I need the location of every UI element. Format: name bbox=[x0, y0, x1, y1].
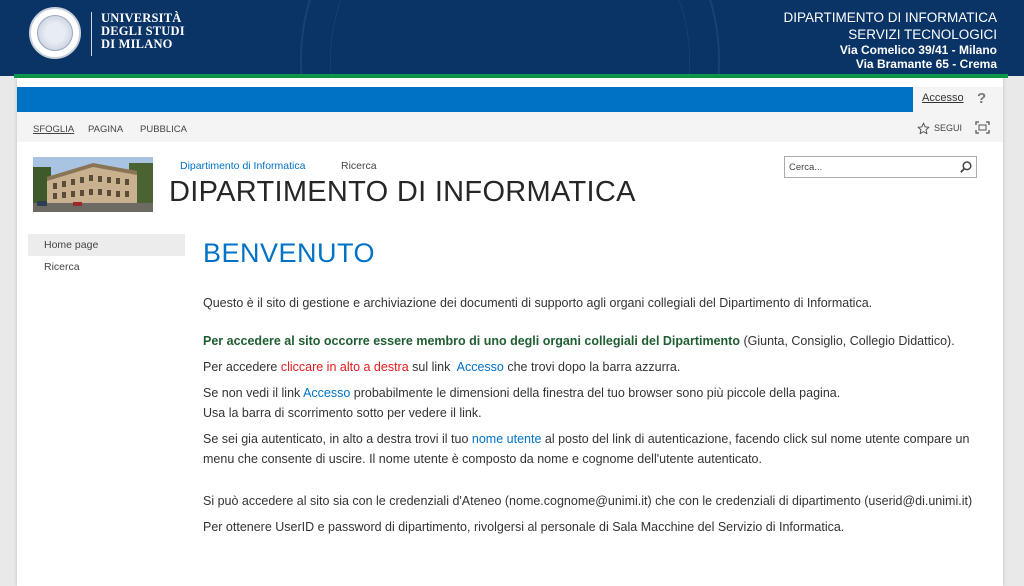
access-mid-text: sul link bbox=[408, 360, 457, 374]
site-title[interactable]: DIPARTIMENTO DI INFORMATICA bbox=[169, 176, 636, 209]
department-info: DIPARTIMENTO DI INFORMATICA SERVIZI TECN… bbox=[783, 9, 997, 71]
window-note-access-link[interactable]: Accesso bbox=[303, 386, 350, 400]
username-link[interactable]: nome utente bbox=[472, 432, 542, 446]
authenticated-line2: menu che consente di uscire. Il nome ute… bbox=[203, 452, 762, 466]
authenticated-paragraph: Se sei gia autenticato, in alto a destra… bbox=[203, 429, 983, 469]
authenticated-pre-text: Se sei gia autenticato, in alto a destra… bbox=[203, 432, 472, 446]
credentials-paragraph: Si può accedere al sito sia con le crede… bbox=[203, 494, 973, 508]
star-icon bbox=[917, 122, 930, 134]
membership-rest-text: (Giunta, Consiglio, Collegio Didattico). bbox=[739, 334, 955, 348]
service-name: SERVIZI TECNOLOGICI bbox=[848, 27, 997, 42]
tab-pagina[interactable]: PAGINA bbox=[88, 124, 123, 135]
department-name: DIPARTIMENTO DI INFORMATICA bbox=[783, 10, 997, 25]
access-instructions: Per accedere cliccare in alto a destra s… bbox=[203, 357, 983, 377]
window-note-paragraph: Se non vedi il link Accesso probabilment… bbox=[203, 383, 983, 423]
nav-item-home[interactable]: Home page bbox=[28, 234, 185, 256]
access-inline-link[interactable]: Accesso bbox=[457, 360, 504, 374]
address-milano: Via Comelico 39/41 - Milano bbox=[839, 43, 997, 57]
window-note-pre-text: Se non vedi il link bbox=[203, 386, 304, 400]
membership-paragraph: Per accedere al sito occorre essere memb… bbox=[203, 331, 983, 351]
nav-item-ricerca[interactable]: Ricerca bbox=[28, 256, 185, 278]
access-highlight-text: cliccare in alto a destra bbox=[280, 360, 409, 374]
university-name[interactable]: UNIVERSITÀ DEGLI STUDI DI MILANO bbox=[101, 12, 185, 51]
main-content: BENVENUTO Questo è il sito di gestione e… bbox=[203, 238, 983, 537]
top-link-department[interactable]: Dipartimento di Informatica bbox=[180, 160, 305, 172]
authenticated-post-text: al posto del link di autenticazione, fac… bbox=[541, 432, 970, 446]
university-name-line: DI MILANO bbox=[101, 37, 173, 51]
access-pre-text: Per accedere bbox=[203, 360, 281, 374]
university-seal-logo[interactable] bbox=[29, 7, 81, 59]
access-post-text: che trovi dopo la barra azzurra. bbox=[503, 360, 681, 374]
page-heading: BENVENUTO bbox=[203, 238, 376, 268]
sign-in-link[interactable]: Accesso bbox=[922, 92, 964, 104]
follow-label: SEGUI bbox=[934, 123, 963, 133]
site-logo-building-photo[interactable] bbox=[33, 157, 153, 212]
quick-launch-nav: Home page Ricerca bbox=[28, 234, 185, 278]
intro-paragraph: Questo è il sito di gestione e archiviaz… bbox=[203, 296, 873, 310]
membership-bold-text: Per accedere al sito occorre essere memb… bbox=[203, 334, 740, 348]
address-crema: Via Bramante 65 - Crema bbox=[855, 57, 997, 71]
focus-on-content-icon[interactable] bbox=[975, 121, 990, 134]
search-input[interactable] bbox=[785, 157, 950, 178]
page-frame: Accesso ? SFOGLIA PAGINA PUBBLICA SEGUI bbox=[17, 78, 1003, 586]
userid-info-paragraph: Per ottenere UserID e password di dipart… bbox=[203, 520, 845, 534]
tab-sfoglia[interactable]: SFOGLIA bbox=[33, 124, 74, 135]
follow-button[interactable]: SEGUI bbox=[917, 121, 962, 135]
ribbon-bar: SFOGLIA PAGINA PUBBLICA SEGUI bbox=[17, 112, 1003, 142]
logo-separator bbox=[91, 12, 92, 56]
tab-pubblica[interactable]: PUBBLICA bbox=[140, 124, 187, 135]
university-header: UNIVERSITÀ DEGLI STUDI DI MILANO DIPARTI… bbox=[0, 0, 1024, 76]
window-note-line2: Usa la barra di scorrimento sotto per ve… bbox=[203, 406, 482, 420]
top-link-ricerca[interactable]: Ricerca bbox=[341, 160, 377, 172]
seal-watermark-inner bbox=[330, 0, 690, 76]
suite-bar bbox=[17, 87, 1003, 112]
search-icon[interactable] bbox=[959, 160, 973, 174]
window-note-post-text: probabilmente le dimensioni della finest… bbox=[350, 386, 841, 400]
search-box bbox=[784, 156, 977, 178]
help-icon[interactable]: ? bbox=[977, 90, 986, 107]
